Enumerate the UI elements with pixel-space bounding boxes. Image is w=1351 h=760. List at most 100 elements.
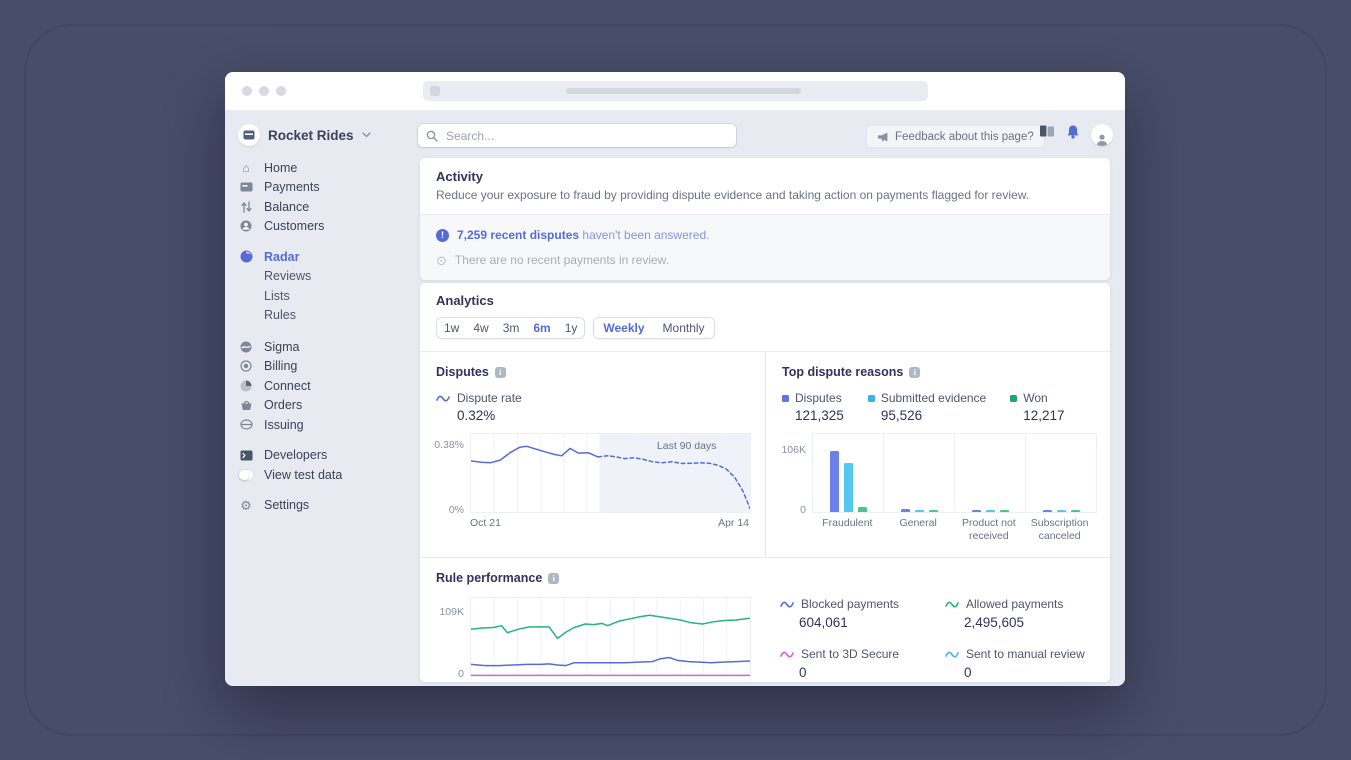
sidebar-item-balance[interactable]: Balance xyxy=(238,197,418,217)
alert-disputes[interactable]: ! 7,259 recent disputes haven't been ans… xyxy=(436,228,1094,242)
submitted-evidence-total: 95,526 xyxy=(881,408,986,423)
squiggle-icon xyxy=(780,600,794,609)
rule-performance-chart: 109K0 Oct 21Apr 14 xyxy=(436,597,749,682)
search-input[interactable] xyxy=(444,128,728,144)
gear-icon: ⚙ xyxy=(238,499,254,512)
connect-icon xyxy=(238,380,254,392)
squiggle-icon xyxy=(780,650,794,659)
address-bar xyxy=(423,81,928,101)
account-icon xyxy=(238,124,260,146)
megaphone-icon xyxy=(877,132,889,142)
range-6m[interactable]: 6m xyxy=(526,318,557,338)
won-total: 12,217 xyxy=(1023,408,1064,423)
issuing-icon xyxy=(238,419,254,430)
feedback-button[interactable]: Feedback about this page? xyxy=(866,125,1045,148)
charts-row: Disputes i Dispute rate 0.32% 0.38%0% La… xyxy=(420,351,1110,557)
orders-icon xyxy=(238,400,254,411)
range-1w[interactable]: 1w xyxy=(437,318,466,338)
dispute-rate-value: 0.32% xyxy=(457,408,749,423)
chart-plot xyxy=(812,433,1097,513)
disputes-panel: Disputes i Dispute rate 0.32% 0.38%0% La… xyxy=(420,352,765,557)
legend-won: Won 12,217 xyxy=(1010,391,1064,423)
range-1y[interactable]: 1y xyxy=(558,318,585,338)
granularity-monthly[interactable]: Monthly xyxy=(654,318,714,338)
sidebar-item-lists[interactable]: Lists xyxy=(238,286,418,306)
granularity-selector: Weekly Monthly xyxy=(593,317,714,339)
feedback-label: Feedback about this page? xyxy=(895,131,1034,143)
granularity-weekly[interactable]: Weekly xyxy=(594,318,653,338)
stat-allowed-payments: Allowed payments 2,495,605 xyxy=(945,597,1110,630)
developers-icon xyxy=(238,450,254,461)
account-switcher[interactable]: Rocket Rides xyxy=(238,124,371,146)
account-name: Rocket Rides xyxy=(268,128,354,143)
chevron-down-icon xyxy=(362,132,371,138)
stat-3d-secure: Sent to 3D Secure 0 xyxy=(780,647,945,680)
favicon-placeholder xyxy=(430,86,440,96)
book-icon xyxy=(1039,124,1055,138)
x-axis-labels: Oct 21Apr 14 xyxy=(470,517,749,529)
y-axis-labels: 109K0 xyxy=(436,597,470,675)
disputes-swatch xyxy=(782,395,789,402)
analytics-card: Analytics 1w 4w 3m 6m 1y Weekly Monthly xyxy=(420,283,1110,682)
sidebar-item-reviews[interactable]: Reviews xyxy=(238,267,418,287)
legend-submitted-evidence: Submitted evidence 95,526 xyxy=(868,391,986,423)
activity-title: Activity xyxy=(436,169,1094,184)
sigma-icon xyxy=(238,341,254,353)
sidebar: ⌂ Home Payments Balance Customers Radar … xyxy=(238,158,418,515)
customers-icon xyxy=(238,220,254,232)
sidebar-item-billing[interactable]: Billing xyxy=(238,357,418,377)
range-4w[interactable]: 4w xyxy=(466,318,495,338)
stat-blocked-payments: Blocked payments 604,061 xyxy=(780,597,945,630)
disputes-total: 121,325 xyxy=(795,408,844,423)
browser-window: Rocket Rides Feedback about this page? 1 xyxy=(225,72,1125,686)
info-icon[interactable]: i xyxy=(548,573,559,584)
chart-plot: Last 90 days xyxy=(470,433,751,513)
sidebar-item-radar[interactable]: Radar xyxy=(238,247,418,267)
range-3m[interactable]: 3m xyxy=(496,318,527,338)
y-axis-labels: 106K0 xyxy=(782,433,812,511)
y-axis-labels: 0.38%0% xyxy=(436,433,470,511)
alert-icon: ! xyxy=(436,229,449,242)
window-control-dot xyxy=(276,86,286,96)
bar-legend: Disputes 121,325 Submitted evidence 95,5… xyxy=(782,391,1094,423)
docs-button[interactable] xyxy=(1039,124,1055,141)
info-icon[interactable]: i xyxy=(495,367,506,378)
dispute-rate-label: Dispute rate xyxy=(457,391,522,405)
rule-stats: Blocked payments 604,061 Allowed payment… xyxy=(780,597,1110,682)
browser-chrome xyxy=(225,72,1125,111)
sidebar-item-customers[interactable]: Customers xyxy=(238,217,418,237)
submitted-evidence-swatch xyxy=(868,395,875,402)
chart-plot xyxy=(470,597,751,677)
category-labels: FraudulentGeneralProduct not receivedSub… xyxy=(812,517,1095,543)
disputes-title: Disputes xyxy=(436,365,489,379)
activity-card: Activity Reduce your exposure to fraud b… xyxy=(420,158,1110,280)
dispute-rate-legend: Dispute rate xyxy=(436,391,749,405)
sidebar-item-developers[interactable]: Developers xyxy=(238,446,418,466)
squiggle-icon xyxy=(945,650,959,659)
sidebar-item-rules[interactable]: Rules xyxy=(238,306,418,326)
sidebar-item-payments[interactable]: Payments xyxy=(238,178,418,198)
test-data-toggle[interactable] xyxy=(238,469,254,481)
sidebar-item-connect[interactable]: Connect xyxy=(238,376,418,396)
sidebar-item-view-test-data[interactable]: View test data xyxy=(238,465,418,485)
search-box[interactable] xyxy=(418,124,736,147)
eye-icon: ⊙ xyxy=(436,254,447,267)
sidebar-item-sigma[interactable]: Sigma xyxy=(238,337,418,357)
svg-text:Last 90 days: Last 90 days xyxy=(657,440,717,452)
avatar xyxy=(1091,124,1113,146)
profile-button[interactable] xyxy=(1091,124,1113,146)
home-icon: ⌂ xyxy=(238,162,254,174)
rule-performance-panel: Rule performance i 109K0 Oct 21Apr 14 Bl… xyxy=(420,557,1110,682)
sidebar-item-orders[interactable]: Orders xyxy=(238,396,418,416)
sidebar-item-home[interactable]: ⌂ Home xyxy=(238,158,418,178)
alert-emphasis: 7,259 recent disputes xyxy=(457,228,579,242)
squiggle-icon xyxy=(436,394,450,403)
sidebar-item-issuing[interactable]: Issuing xyxy=(238,415,418,435)
info-icon[interactable]: i xyxy=(909,367,920,378)
window-control-dot xyxy=(242,86,252,96)
sidebar-item-settings[interactable]: ⚙ Settings xyxy=(238,496,418,516)
stat-manual-review: Sent to manual review 0 xyxy=(945,647,1110,680)
window-control-dot xyxy=(259,86,269,96)
search-icon xyxy=(426,130,438,142)
won-swatch xyxy=(1010,395,1017,402)
